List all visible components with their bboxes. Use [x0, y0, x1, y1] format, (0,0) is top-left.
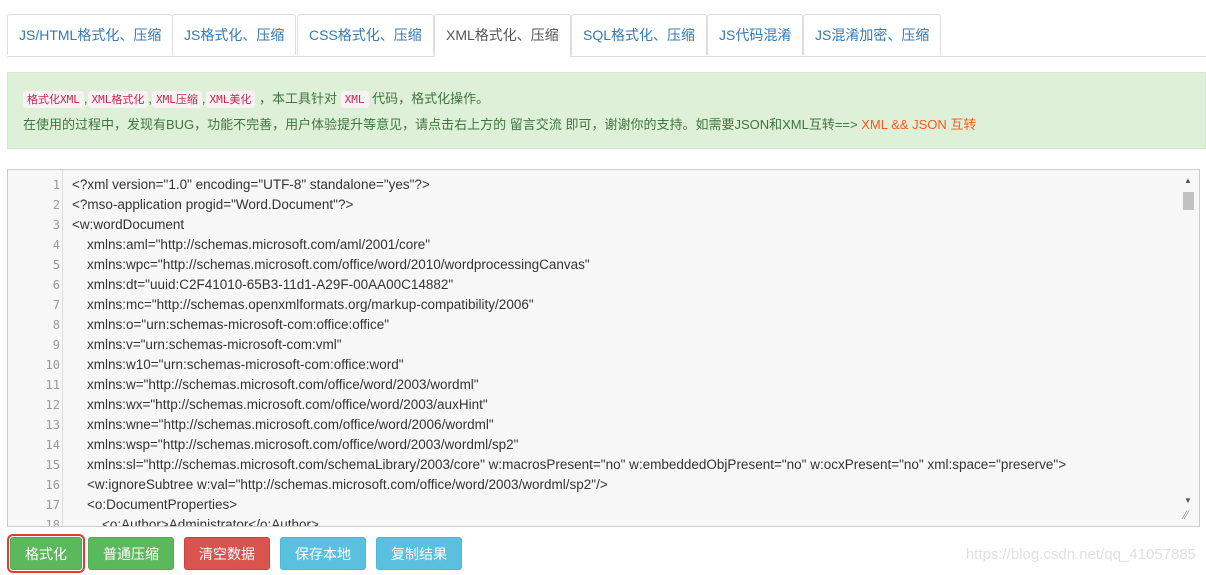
- line-number: 17: [45, 498, 60, 512]
- tab-xml-format[interactable]: XML格式化、压缩: [434, 14, 571, 57]
- info-text-1: ，本工具针对: [259, 91, 338, 106]
- code-editor[interactable]: 1 2 3 4 5 6 7 8 9 10 11 12 13 14 15 16 1…: [7, 169, 1200, 527]
- separator: ,: [83, 91, 88, 106]
- code-line: xmlns:wne="http://schemas.microsoft.com/…: [72, 417, 494, 432]
- line-number: 8: [52, 318, 60, 332]
- copy-result-button[interactable]: 复制结果: [376, 537, 462, 570]
- line-number: 18: [45, 518, 60, 527]
- separator: ,: [201, 91, 206, 106]
- tab-css-format[interactable]: CSS格式化、压缩: [297, 14, 434, 55]
- code-line: xmlns:sl="http://schemas.microsoft.com/s…: [72, 457, 1067, 472]
- vertical-scrollbar[interactable]: ▲ ▼: [1181, 176, 1195, 506]
- code-tag-xml: XML: [340, 91, 369, 108]
- info-line-2-prefix: 在使用的过程中，发现有BUG，功能不完善，用户体验提升等意见，请点击右上方的: [23, 117, 507, 132]
- code-line: xmlns:o="urn:schemas-microsoft-com:offic…: [72, 317, 390, 332]
- line-number-gutter: 1 2 3 4 5 6 7 8 9 10 11 12 13 14 15 16 1…: [8, 170, 63, 526]
- code-line: xmlns:mc="http://schemas.openxmlformats.…: [72, 297, 534, 312]
- code-line: xmlns:aml="http://schemas.microsoft.com/…: [72, 237, 431, 252]
- code-line: <w:ignoreSubtree w:val="http://schemas.m…: [72, 477, 608, 492]
- code-line: <o:DocumentProperties>: [72, 497, 238, 512]
- code-line: <o:Author>Administrator</o:Author>: [72, 517, 319, 527]
- info-text-2: 代码，格式化操作。: [372, 91, 490, 106]
- watermark: https://blog.csdn.net/qq_41057885: [965, 546, 1196, 563]
- code-line: xmlns:wsp="http://schemas.microsoft.com/…: [72, 437, 519, 452]
- keyword-xml-format: XML格式化: [87, 91, 149, 108]
- line-number: 14: [45, 438, 60, 452]
- line-number: 5: [52, 258, 60, 272]
- info-panel: 格式化XML, XML格式化, XML压缩, XML美化 ，本工具针对 XML 代码，…: [7, 72, 1206, 149]
- line-number: 7: [52, 298, 60, 312]
- line-number: 12: [45, 398, 60, 412]
- tab-js-html-format[interactable]: JS/HTML格式化、压缩: [7, 14, 174, 55]
- code-line: xmlns:wpc="http://schemas.microsoft.com/…: [72, 257, 590, 272]
- code-line: <?xml version="1.0" encoding="UTF-8" sta…: [72, 177, 430, 192]
- scroll-up-arrow-icon[interactable]: ▲: [1181, 176, 1195, 186]
- feedback-link[interactable]: 留言交流: [510, 117, 562, 132]
- clear-data-button[interactable]: 清空数据: [184, 537, 270, 570]
- code-line: xmlns:v="urn:schemas-microsoft-com:vml": [72, 337, 342, 352]
- xml-json-convert-link[interactable]: XML && JSON 互转: [861, 117, 976, 132]
- info-line-2: 在使用的过程中，发现有BUG，功能不完善，用户体验提升等意见，请点击右上方的 留…: [23, 115, 976, 135]
- tab-bar: JS/HTML格式化、压缩 JS格式化、压缩 CSS格式化、压缩 XML格式化、…: [7, 14, 1206, 57]
- save-local-button[interactable]: 保存本地: [280, 537, 366, 570]
- tab-sql-format[interactable]: SQL格式化、压缩: [571, 14, 708, 55]
- tab-js-format[interactable]: JS格式化、压缩: [172, 14, 297, 55]
- code-line: <w:wordDocument: [72, 217, 185, 232]
- keyword-xml-compress: XML压缩: [152, 91, 202, 108]
- info-line-2-middle: 即可，谢谢你的支持。如需要JSON和XML互转==>: [565, 117, 858, 132]
- line-number: 4: [52, 238, 60, 252]
- tab-js-obfuscate[interactable]: JS代码混淆: [707, 14, 804, 55]
- line-number: 16: [45, 478, 60, 492]
- tab-js-encrypt[interactable]: JS混淆加密、压缩: [803, 14, 942, 55]
- code-line: xmlns:wx="http://schemas.microsoft.com/o…: [72, 397, 488, 412]
- keyword-format-xml: 格式化XML: [23, 91, 84, 108]
- code-line: xmlns:w10="urn:schemas-microsoft-com:off…: [72, 357, 404, 372]
- code-line: <?mso-application progid="Word.Document"…: [72, 197, 354, 212]
- compress-button[interactable]: 普通压缩: [88, 537, 174, 570]
- line-number: 1: [52, 178, 60, 192]
- line-number: 6: [52, 278, 60, 292]
- line-number: 2: [52, 198, 60, 212]
- code-content[interactable]: <?xml version="1.0" encoding="UTF-8" sta…: [72, 170, 1169, 526]
- line-number: 3: [52, 218, 60, 232]
- keyword-xml-beautify: XML美化: [205, 91, 256, 108]
- info-line-1: 格式化XML, XML格式化, XML压缩, XML美化 ，本工具针对 XML 代码，…: [23, 89, 489, 109]
- line-number: 11: [45, 378, 60, 392]
- line-number: 15: [45, 458, 60, 472]
- resize-handle-icon[interactable]: ⁄⁄: [1179, 508, 1193, 522]
- code-line: xmlns:w="http://schemas.microsoft.com/of…: [72, 377, 479, 392]
- code-line: xmlns:dt="uuid:C2F41010-65B3-11d1-A29F-0…: [72, 277, 454, 292]
- line-number: 10: [45, 358, 60, 372]
- line-number: 13: [45, 418, 60, 432]
- scroll-down-arrow-icon[interactable]: ▼: [1181, 496, 1195, 506]
- line-number: 9: [52, 338, 60, 352]
- scrollbar-thumb[interactable]: [1183, 192, 1194, 210]
- format-button[interactable]: 格式化: [7, 534, 85, 573]
